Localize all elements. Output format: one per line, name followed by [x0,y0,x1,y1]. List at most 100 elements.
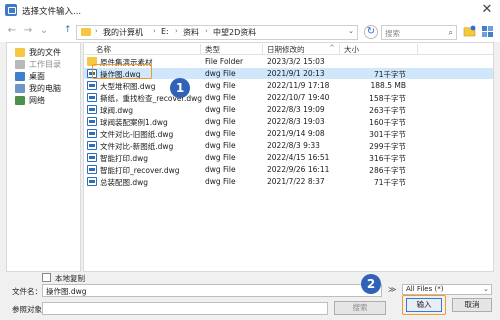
sidebar-item-label: 桌面 [29,72,45,81]
dwg-file-icon [87,81,97,90]
file-date: 2022/11/9 17:18 [267,81,330,90]
file-name: 智能打印.dwg [100,154,149,163]
file-row[interactable]: 智能打印.dwg dwg File 2022/4/15 16:51 316千字节 [84,152,493,163]
address-segment-data[interactable]: 资料 [183,27,199,38]
file-name: 智能打印_recover.dwg [100,166,180,175]
search-placeholder: 搜索 [385,29,400,38]
forward-arrow-icon[interactable]: → [22,25,34,37]
highlight-box-input-button [402,295,446,315]
file-row[interactable]: 大型堆积图.dwg dwg File 2022/11/9 17:18 188.5… [84,80,493,91]
filter-dropdown-icon[interactable]: ⌄ [483,285,489,293]
filename-field[interactable]: 操作图.dwg ⌄ [42,284,382,297]
file-type: dwg File [205,129,236,138]
file-size: 299千字节 [369,142,406,151]
workdir-icon [15,60,25,69]
file-date: 2022/4/15 16:51 [267,153,330,162]
file-name: 总装配图.dwg [100,178,149,187]
history-dropdown-icon[interactable]: ⌄ [38,25,50,37]
folder-icon [81,28,91,36]
file-row[interactable]: 球阀装配案例1.dwg dwg File 2022/8/3 19:03 160千… [84,116,493,127]
file-date: 2023/3/2 15:03 [267,57,325,66]
file-name: 大型堆积图.dwg [100,82,156,91]
search-icon: ⌕ [448,28,453,37]
column-divider[interactable] [262,44,263,54]
file-type: dwg File [205,117,236,126]
reference-field[interactable] [42,302,328,315]
file-row[interactable]: 撕纸，重找检查_recover.dwg dwg File 2022/10/7 1… [84,92,493,103]
file-type-filter-value: All Files (*) [406,285,444,293]
dwg-file-icon [87,141,97,150]
column-header-name[interactable]: 名称 [96,44,111,55]
local-copy-checkbox[interactable] [42,273,51,282]
filename-value: 操作图.dwg [46,287,87,296]
file-size: 160千字节 [369,118,406,127]
dwg-file-icon [87,105,97,114]
file-date: 2022/8/3 19:03 [267,117,325,126]
file-date: 2022/9/26 16:11 [267,165,330,174]
dwg-file-icon [87,129,97,138]
highlight-box-selected-file [92,64,152,79]
column-divider[interactable] [339,44,340,54]
step-2-callout: 2 [361,274,381,294]
file-type: File Folder [205,57,244,66]
file-type-filter[interactable]: All Files (*) ⌄ [402,284,492,295]
address-segment-zw2d[interactable]: 中望2D资料 [213,27,256,38]
step-1-callout: 1 [170,78,190,98]
search-input[interactable]: 搜索 ⌕ [381,25,457,40]
file-name: 文件对比-新图纸.dwg [100,142,174,151]
refresh-icon[interactable]: ↻ [364,25,378,39]
view-options-icon[interactable] [481,25,494,38]
sidebar-item-label: 我的电脑 [29,84,61,93]
sidebar-item-label: 我的文件 [29,48,61,57]
new-folder-icon[interactable] [463,25,476,38]
file-name: 球阀装配案例1.dwg [100,118,168,127]
address-dropdown-icon[interactable]: ⌄ [348,27,354,35]
file-list-header: 名称 类型 ^ 日期修改的 大小 [84,43,493,55]
file-type: dwg File [205,141,236,150]
column-divider[interactable] [200,44,201,54]
filename-label: 文件名： [12,287,42,296]
sidebar-item-label: 网络 [29,96,45,105]
column-divider[interactable] [417,44,418,54]
file-date: 2022/10/7 19:40 [267,93,330,102]
file-row[interactable]: 球阀.dwg dwg File 2022/8/3 19:09 263千字节 [84,104,493,115]
title-bar: 选择文件输入... ✕ [0,0,500,22]
dwg-file-icon [87,177,97,186]
address-chevron: › [205,27,208,35]
file-type: dwg File [205,93,236,102]
window-title: 选择文件输入... [22,7,82,17]
close-button[interactable]: ✕ [480,3,494,17]
file-size: 316千字节 [369,154,406,163]
dwg-file-icon [87,93,97,102]
address-bar[interactable]: › 我的计算机 › E: › 资料 › 中望2D资料 ⌄ [76,25,358,40]
file-size: 301千字节 [369,130,406,139]
column-header-size[interactable]: 大小 [344,44,359,55]
address-segment-drive[interactable]: E: [161,27,169,36]
dwg-file-icon [87,117,97,126]
more-options-icon[interactable]: ≫ [388,285,396,294]
network-icon [15,96,25,105]
column-header-type[interactable]: 类型 [205,44,220,55]
file-type: dwg File [205,177,236,186]
search-button[interactable]: 搜索 [334,301,386,315]
file-type: dwg File [205,153,236,162]
column-header-date[interactable]: 日期修改的 [267,44,305,55]
sidebar-item-label: 工作目录 [29,60,61,69]
file-size: 71千字节 [373,70,406,79]
file-row[interactable]: 智能打印_recover.dwg dwg File 2022/9/26 16:1… [84,164,493,175]
dwg-file-icon [87,165,97,174]
file-name: 文件对比-旧图纸.dwg [100,130,174,139]
local-copy-label: 本地复制 [55,274,85,283]
address-segment-computer[interactable]: 我的计算机 [103,27,143,38]
address-chevron: › [175,27,178,35]
file-size: 158千字节 [369,94,406,103]
file-name: 球阀.dwg [100,106,134,115]
file-row[interactable]: 文件对比-新图纸.dwg dwg File 2022/8/3 9:33 299千… [84,140,493,151]
folder-icon [15,48,25,57]
back-arrow-icon[interactable]: ← [6,25,18,37]
computer-icon [15,84,25,93]
cancel-button[interactable]: 取消 [452,298,492,312]
file-row[interactable]: 文件对比-旧图纸.dwg dwg File 2021/9/14 9:08 301… [84,128,493,139]
file-row[interactable]: 总装配图.dwg dwg File 2021/7/22 8:37 71千字节 [84,176,493,187]
up-arrow-icon[interactable]: ↑ [64,25,72,35]
